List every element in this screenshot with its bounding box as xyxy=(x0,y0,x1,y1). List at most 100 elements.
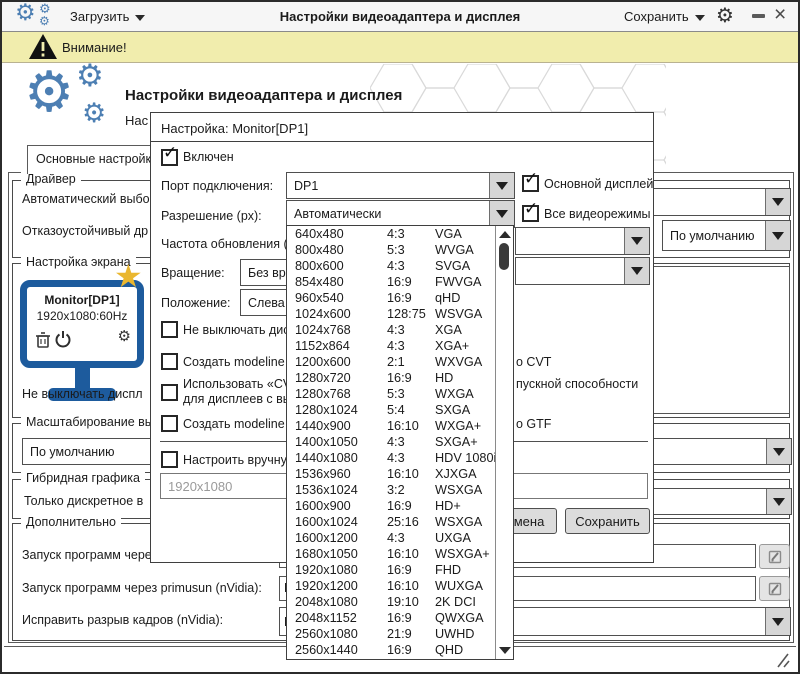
aspect-ratio-value: 16:10 xyxy=(387,418,435,434)
chevron-down-icon[interactable] xyxy=(765,189,790,215)
resolution-select[interactable]: Автоматически xyxy=(286,200,515,228)
extra-row1-edit-button[interactable] xyxy=(759,544,790,569)
aspect-ratio-value: 4:3 xyxy=(387,338,435,354)
aspect-ratio-value: 4:3 xyxy=(387,530,435,546)
resize-grip[interactable] xyxy=(772,652,790,668)
resolution-value: 854x480 xyxy=(287,274,387,290)
modeline-gtf-checkbox[interactable] xyxy=(161,415,178,432)
fieldset-hybrid-legend: Гибридная графика xyxy=(21,471,145,485)
popup-scrollbar[interactable] xyxy=(495,226,513,659)
resolution-value: 1280x1024 xyxy=(287,402,387,418)
resolution-option[interactable]: 1440x900 16:10 WXGA+ xyxy=(287,418,496,434)
page-logo-gear-small-icon: ⚙ xyxy=(76,60,104,91)
standard-name-value: UXGA xyxy=(435,530,496,546)
resolution-option[interactable]: 2048x1152 16:9 QWXGA xyxy=(287,610,496,626)
resolution-value: 800x480 xyxy=(287,242,387,258)
chevron-down-icon[interactable] xyxy=(766,489,791,514)
extra-row2-edit-button[interactable] xyxy=(759,576,790,601)
chevron-down-icon[interactable] xyxy=(489,201,514,227)
resolution-option[interactable]: 960x540 16:9 qHD xyxy=(287,290,496,306)
tab-main-settings[interactable]: Основные настройки xyxy=(27,145,162,174)
scaling-value: По умолчанию xyxy=(30,445,115,459)
resolution-option[interactable]: 1536x960 16:10 XJXGA xyxy=(287,466,496,482)
primary-star-icon: ★ xyxy=(114,260,143,292)
resolution-option[interactable]: 854x480 16:9 FWVGA xyxy=(287,274,496,290)
position-label: Положение: xyxy=(161,296,231,310)
standard-name-value: SXGA xyxy=(435,402,496,418)
resolution-option[interactable]: 2560x1080 21:9 UWHD xyxy=(287,626,496,642)
chevron-down-icon[interactable] xyxy=(624,228,649,254)
resolution-value: 1440x1080 xyxy=(287,450,387,466)
cvt-reduced-label-right-fragment: пускной способности xyxy=(516,377,638,391)
resolution-option[interactable]: 1024x600 128:75 WSVGA xyxy=(287,306,496,322)
monitor-mode: 1920x1080:60Hz xyxy=(27,309,137,323)
minimize-button[interactable] xyxy=(752,14,765,18)
cvt-reduced-checkbox[interactable] xyxy=(161,384,178,401)
resolution-option[interactable]: 640x480 4:3 VGA xyxy=(287,226,496,242)
port-select[interactable]: DP1 xyxy=(286,172,515,199)
standard-name-value: HDV 1080i xyxy=(435,450,496,466)
reflection-select[interactable] xyxy=(515,257,650,285)
monitor-settings-gear-icon[interactable]: ⚙ xyxy=(118,327,131,345)
resolution-option[interactable]: 2560x1440 16:9 QHD xyxy=(287,642,496,658)
resolution-value: 1920x1080 xyxy=(287,562,387,578)
aspect-ratio-value: 16:9 xyxy=(387,290,435,306)
delete-monitor-trash-icon[interactable] xyxy=(36,332,50,348)
scroll-down-icon[interactable] xyxy=(499,647,511,654)
extra-row2-label: Запуск программ через primusun (nVidia): xyxy=(22,581,262,595)
port-label: Порт подключения: xyxy=(161,179,273,193)
resolution-option[interactable]: 1600x1024 25:16 WSXGA xyxy=(287,514,496,530)
resolution-option[interactable]: 2048x1080 19:10 2K DCI xyxy=(287,594,496,610)
resolution-option[interactable]: 1200x600 2:1 WXVGA xyxy=(287,354,496,370)
chevron-down-icon[interactable] xyxy=(765,221,790,250)
chevron-down-icon[interactable] xyxy=(624,258,649,284)
keep-display-on-checkbox[interactable] xyxy=(161,321,178,338)
resolution-option[interactable]: 1600x1200 4:3 UXGA xyxy=(287,530,496,546)
save-menu-label: Сохранить xyxy=(624,9,689,24)
primary-display-label: Основной дисплей xyxy=(544,177,653,191)
fieldset-extra-legend: Дополнительно xyxy=(21,515,121,529)
chevron-down-icon[interactable] xyxy=(766,439,791,464)
resolution-option[interactable]: 1024x768 4:3 XGA xyxy=(287,322,496,338)
aspect-ratio-value: 4:3 xyxy=(387,322,435,338)
resolution-option[interactable]: 1536x1024 3:2 WSXGA xyxy=(287,482,496,498)
resolution-option[interactable]: 1920x1200 16:10 WUXGA xyxy=(287,578,496,594)
modeline-cvt-label-right-fragment: о CVT xyxy=(516,355,551,369)
resolution-option[interactable]: 1280x1024 5:4 SXGA xyxy=(287,402,496,418)
settings-gear-button[interactable]: ⚙ xyxy=(716,3,734,28)
resolution-value: 640x480 xyxy=(287,226,387,242)
refresh-rate-select[interactable] xyxy=(515,227,650,255)
save-button[interactable]: Сохранить xyxy=(565,508,650,534)
enabled-checkbox[interactable] xyxy=(161,149,178,166)
driver-failsafe-value: По умолчанию xyxy=(670,229,755,243)
save-menu-button[interactable]: Сохранить xyxy=(624,9,705,24)
resolution-option[interactable]: 1440x1080 4:3 HDV 1080i xyxy=(287,450,496,466)
scrollbar-thumb[interactable] xyxy=(499,243,509,270)
scroll-up-icon[interactable] xyxy=(499,231,511,238)
resolution-option[interactable]: 1280x768 5:3 WXGA xyxy=(287,386,496,402)
resolution-option[interactable]: 1152x864 4:3 XGA+ xyxy=(287,338,496,354)
resolution-option[interactable]: 1280x720 16:9 HD xyxy=(287,370,496,386)
aspect-ratio-value: 25:16 xyxy=(387,514,435,530)
chevron-down-icon[interactable] xyxy=(765,608,790,635)
chevron-down-icon[interactable] xyxy=(489,173,514,198)
resolution-option[interactable]: 800x600 4:3 SVGA xyxy=(287,258,496,274)
resolution-option[interactable]: 1600x900 16:9 HD+ xyxy=(287,498,496,514)
power-toggle-icon[interactable] xyxy=(55,331,71,348)
aspect-ratio-value: 16:9 xyxy=(387,370,435,386)
close-button[interactable]: × xyxy=(774,3,786,27)
resolution-option[interactable]: 1680x1050 16:10 WSXGA+ xyxy=(287,546,496,562)
resolution-option[interactable]: 1400x1050 4:3 SXGA+ xyxy=(287,434,496,450)
modeline-cvt-checkbox[interactable] xyxy=(161,353,178,370)
all-modes-checkbox[interactable] xyxy=(522,205,539,222)
aspect-ratio-value: 4:3 xyxy=(387,450,435,466)
resolution-value: 960x540 xyxy=(287,290,387,306)
manual-mode-checkbox[interactable] xyxy=(161,451,178,468)
page-subtitle-fragment: Нас xyxy=(125,113,148,128)
resolution-option[interactable]: 800x480 5:3 WVGA xyxy=(287,242,496,258)
driver-failsafe-select[interactable]: По умолчанию xyxy=(662,220,791,251)
primary-display-checkbox[interactable] xyxy=(522,175,539,192)
resolution-option[interactable]: 1920x1080 16:9 FHD xyxy=(287,562,496,578)
keep-display-on-label-fragment: Не выключать дис xyxy=(183,323,290,337)
resolution-value: 1440x900 xyxy=(287,418,387,434)
